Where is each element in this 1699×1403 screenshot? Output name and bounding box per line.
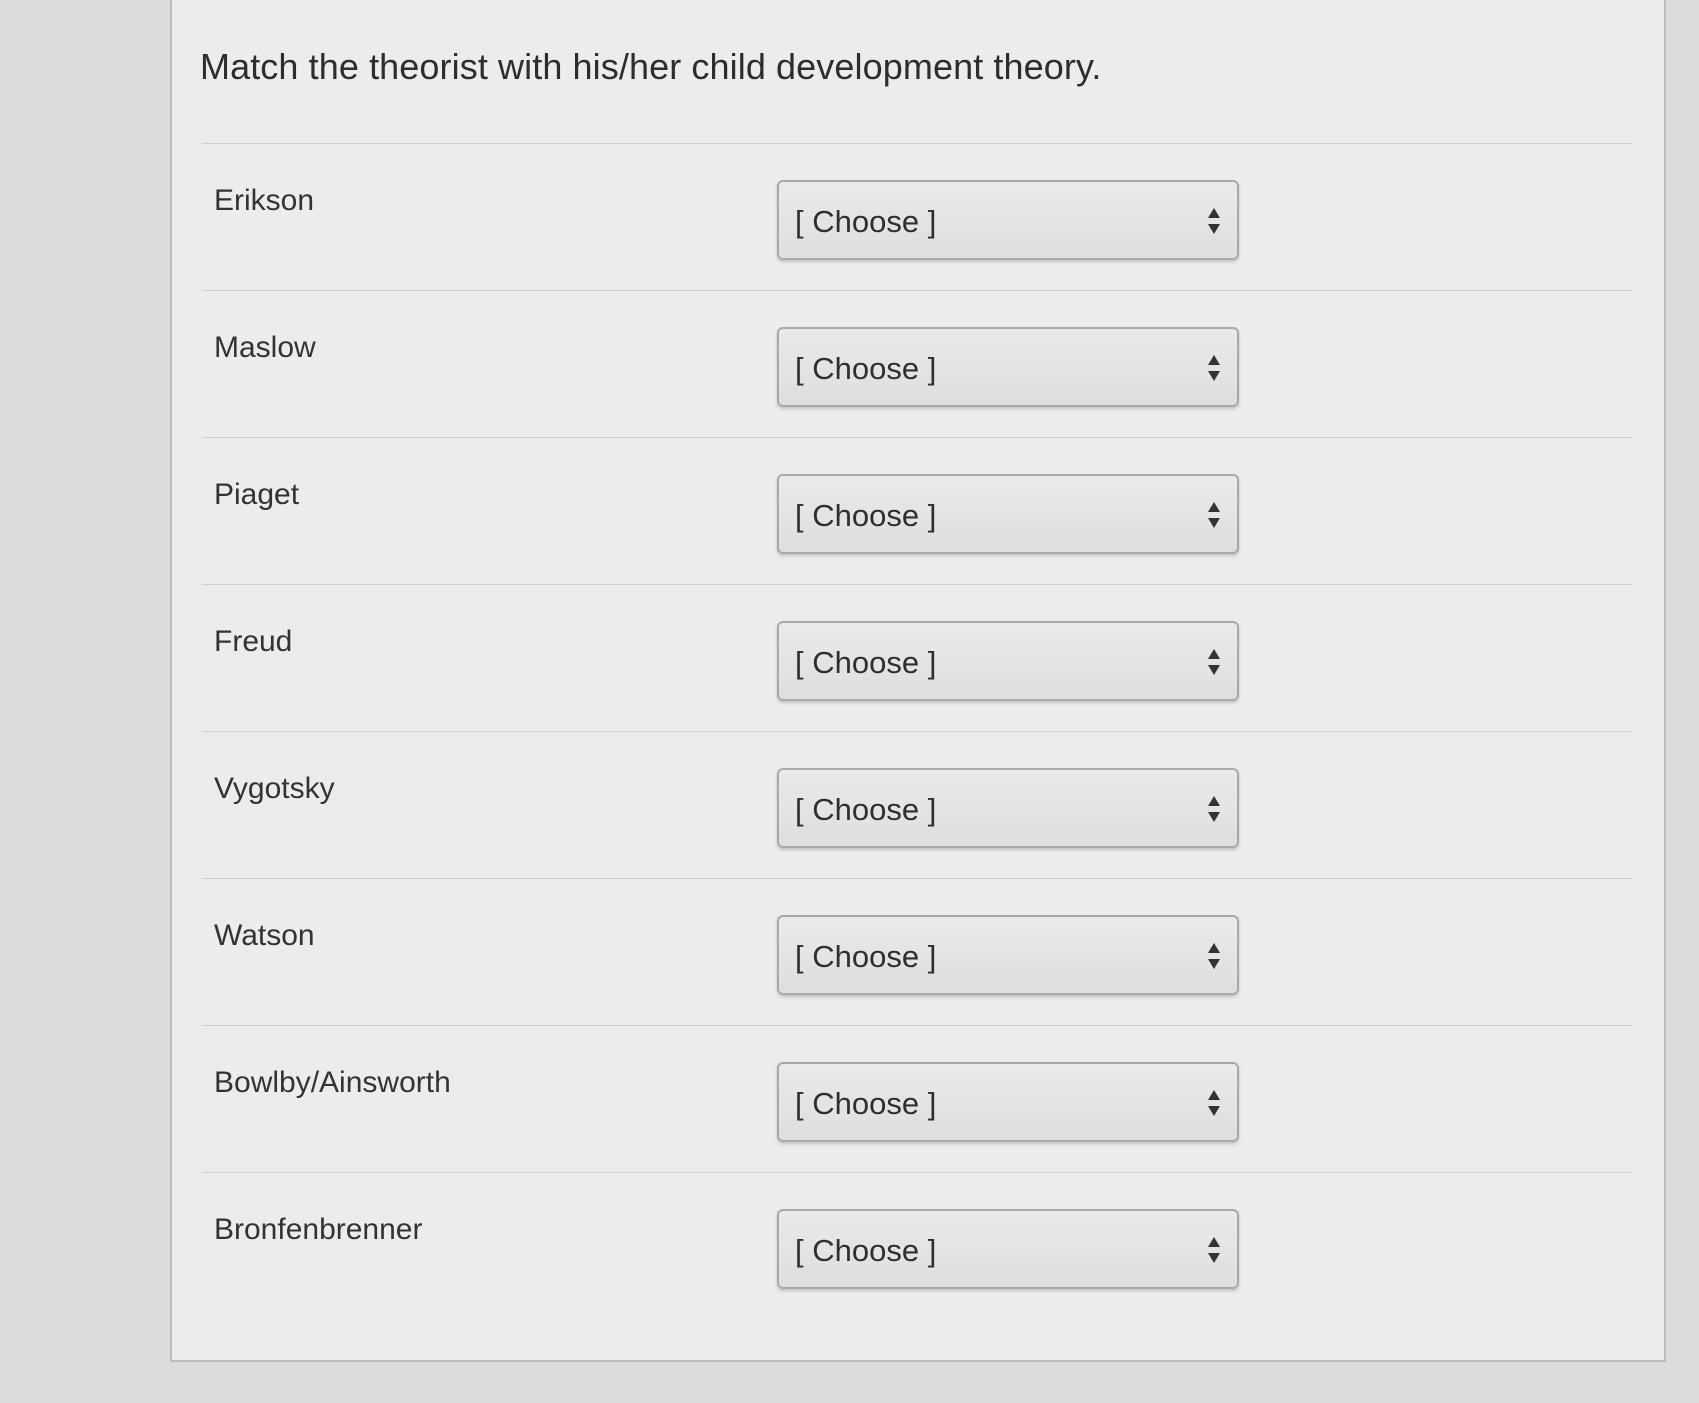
quiz-question-panel: Match the theorist with his/her child de… <box>170 0 1666 1362</box>
select-arrows-icon <box>1207 500 1221 530</box>
match-row-piaget: Piaget [ Choose ] <box>202 437 1632 584</box>
matching-rows: Erikson [ Choose ] Maslow [ Choose ] Pia… <box>202 143 1632 1319</box>
select-arrows-icon <box>1207 353 1221 383</box>
theorist-label: Bronfenbrenner <box>214 1213 423 1246</box>
select-value: [ Choose ] <box>795 351 937 386</box>
theorist-label: Maslow <box>214 331 316 364</box>
theory-select[interactable]: [ Choose ] <box>777 1209 1239 1289</box>
question-text: Match the theorist with his/her child de… <box>200 46 1102 87</box>
select-value: [ Choose ] <box>795 792 937 827</box>
select-value: [ Choose ] <box>795 645 937 680</box>
theory-select[interactable]: [ Choose ] <box>777 1062 1239 1142</box>
select-arrows-icon <box>1207 206 1221 236</box>
match-row-freud: Freud [ Choose ] <box>202 584 1632 731</box>
theory-select[interactable]: [ Choose ] <box>777 915 1239 995</box>
match-row-bowlby-ainsworth: Bowlby/Ainsworth [ Choose ] <box>202 1025 1632 1172</box>
select-value: [ Choose ] <box>795 939 937 974</box>
select-value: [ Choose ] <box>795 204 937 239</box>
select-arrows-icon <box>1207 1088 1221 1118</box>
select-arrows-icon <box>1207 941 1221 971</box>
select-arrows-icon <box>1207 1235 1221 1265</box>
select-arrows-icon <box>1207 794 1221 824</box>
select-value: [ Choose ] <box>795 1086 937 1121</box>
theorist-label: Erikson <box>214 184 315 217</box>
theory-select[interactable]: [ Choose ] <box>777 327 1239 407</box>
theorist-label: Bowlby/Ainsworth <box>214 1066 451 1099</box>
select-arrows-icon <box>1207 647 1221 677</box>
match-row-watson: Watson [ Choose ] <box>202 878 1632 1025</box>
theory-select[interactable]: [ Choose ] <box>777 768 1239 848</box>
select-value: [ Choose ] <box>795 1233 937 1268</box>
match-row-maslow: Maslow [ Choose ] <box>202 290 1632 437</box>
theory-select[interactable]: [ Choose ] <box>777 180 1239 260</box>
match-row-erikson: Erikson [ Choose ] <box>202 143 1632 290</box>
theorist-label: Vygotsky <box>214 772 335 805</box>
theorist-label: Watson <box>214 919 315 952</box>
theorist-label: Freud <box>214 625 293 658</box>
theorist-label: Piaget <box>214 478 300 511</box>
theory-select[interactable]: [ Choose ] <box>777 474 1239 554</box>
match-row-vygotsky: Vygotsky [ Choose ] <box>202 731 1632 878</box>
select-value: [ Choose ] <box>795 498 937 533</box>
match-row-bronfenbrenner: Bronfenbrenner [ Choose ] <box>202 1172 1632 1319</box>
theory-select[interactable]: [ Choose ] <box>777 621 1239 701</box>
